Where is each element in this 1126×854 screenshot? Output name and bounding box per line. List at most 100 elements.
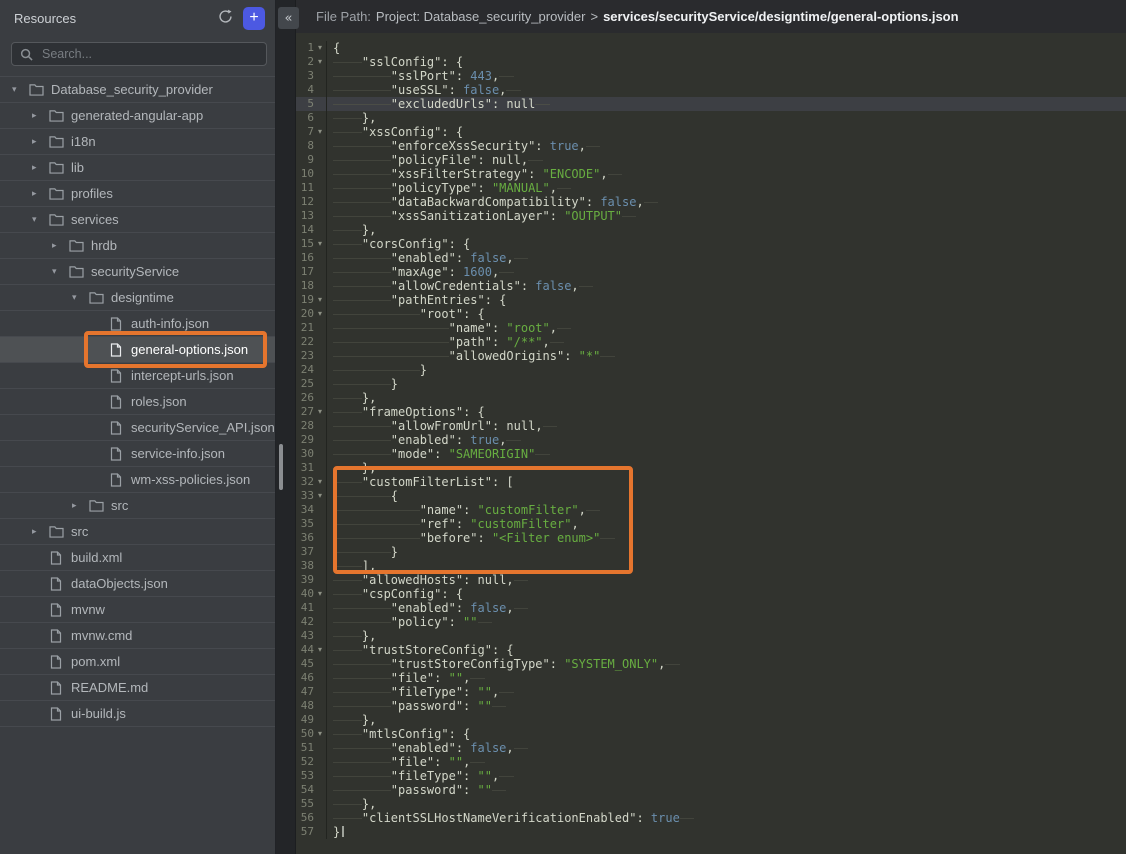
fold-toggle-icon[interactable]: ▾	[314, 727, 326, 741]
search-input[interactable]	[40, 46, 258, 62]
code-line-26[interactable]: 26 },	[296, 391, 1126, 405]
code-line-22[interactable]: 22 "path": "/**",	[296, 335, 1126, 349]
fold-toggle-icon[interactable]: ▾	[314, 237, 326, 251]
code-line-34[interactable]: 34 "name": "customFilter",	[296, 503, 1126, 517]
fold-toggle-icon[interactable]: ▾	[314, 293, 326, 307]
code-line-4[interactable]: 4 "useSSL": false,	[296, 83, 1126, 97]
code-line-11[interactable]: 11 "policyType": "MANUAL",	[296, 181, 1126, 195]
code-line-25[interactable]: 25 }	[296, 377, 1126, 391]
tree-item-dataObjects.json[interactable]: dataObjects.json	[0, 571, 275, 597]
code-line-32[interactable]: 32▾ "customFilterList": [	[296, 475, 1126, 489]
chevron-right-icon[interactable]: ▸	[50, 241, 68, 251]
tree-item-pom.xml[interactable]: pom.xml	[0, 649, 275, 675]
code-line-28[interactable]: 28 "allowFromUrl": null,	[296, 419, 1126, 433]
code-line-6[interactable]: 6 },	[296, 111, 1126, 125]
code-line-9[interactable]: 9 "policyFile": null,	[296, 153, 1126, 167]
code-editor[interactable]: 1▾{2▾ "sslConfig": {3 "sslPort": 443, 4 …	[296, 33, 1126, 854]
code-line-33[interactable]: 33▾ {	[296, 489, 1126, 503]
code-line-52[interactable]: 52 "file": "",	[296, 755, 1126, 769]
fold-toggle-icon[interactable]: ▾	[314, 643, 326, 657]
chevron-right-icon[interactable]: ▸	[30, 111, 48, 121]
code-line-2[interactable]: 2▾ "sslConfig": {	[296, 55, 1126, 69]
tree-item-profiles[interactable]: ▸profiles	[0, 181, 275, 207]
code-line-51[interactable]: 51 "enabled": false,	[296, 741, 1126, 755]
code-line-12[interactable]: 12 "dataBackwardCompatibility": false,	[296, 195, 1126, 209]
code-line-27[interactable]: 27▾ "frameOptions": {	[296, 405, 1126, 419]
fold-toggle-icon[interactable]: ▾	[314, 489, 326, 503]
fold-toggle-icon[interactable]: ▾	[314, 55, 326, 69]
tree-item-src[interactable]: ▸src	[0, 519, 275, 545]
chevron-down-icon[interactable]: ▾	[70, 293, 88, 303]
tree-item-README.md[interactable]: README.md	[0, 675, 275, 701]
code-line-17[interactable]: 17 "maxAge": 1600,	[296, 265, 1126, 279]
tree-item-service-info.json[interactable]: service-info.json	[0, 441, 275, 467]
code-line-54[interactable]: 54 "password": ""	[296, 783, 1126, 797]
fold-toggle-icon[interactable]: ▾	[314, 475, 326, 489]
code-line-49[interactable]: 49 },	[296, 713, 1126, 727]
chevron-down-icon[interactable]: ▾	[50, 267, 68, 277]
tree-item-intercept-urls.json[interactable]: intercept-urls.json	[0, 363, 275, 389]
code-line-47[interactable]: 47 "fileType": "",	[296, 685, 1126, 699]
code-line-8[interactable]: 8 "enforceXssSecurity": true,	[296, 139, 1126, 153]
code-line-14[interactable]: 14 },	[296, 223, 1126, 237]
code-line-21[interactable]: 21 "name": "root",	[296, 321, 1126, 335]
code-line-50[interactable]: 50▾ "mtlsConfig": {	[296, 727, 1126, 741]
tree-item-mvnw[interactable]: mvnw	[0, 597, 275, 623]
code-line-5[interactable]: 5 "excludedUrls": null	[296, 97, 1126, 111]
collapse-panel-button[interactable]: «	[278, 7, 299, 29]
code-line-20[interactable]: 20▾ "root": {	[296, 307, 1126, 321]
code-line-24[interactable]: 24 }	[296, 363, 1126, 377]
code-line-53[interactable]: 53 "fileType": "",	[296, 769, 1126, 783]
tree-item-generated-angular-app[interactable]: ▸generated-angular-app	[0, 103, 275, 129]
chevron-right-icon[interactable]: ▸	[30, 163, 48, 173]
code-line-57[interactable]: 57}	[296, 825, 1126, 839]
tree-item-build.xml[interactable]: build.xml	[0, 545, 275, 571]
sidebar-scrollbar-thumb[interactable]	[279, 444, 283, 490]
chevron-right-icon[interactable]: ▸	[30, 189, 48, 199]
fold-toggle-icon[interactable]: ▾	[314, 405, 326, 419]
code-line-1[interactable]: 1▾{	[296, 41, 1126, 55]
chevron-down-icon[interactable]: ▾	[10, 85, 28, 95]
code-line-31[interactable]: 31 },	[296, 461, 1126, 475]
tree-item-roles.json[interactable]: roles.json	[0, 389, 275, 415]
code-line-15[interactable]: 15▾ "corsConfig": {	[296, 237, 1126, 251]
code-line-29[interactable]: 29 "enabled": true,	[296, 433, 1126, 447]
code-line-45[interactable]: 45 "trustStoreConfigType": "SYSTEM_ONLY"…	[296, 657, 1126, 671]
tree-item-mvnw.cmd[interactable]: mvnw.cmd	[0, 623, 275, 649]
chevron-right-icon[interactable]: ▸	[30, 137, 48, 147]
code-line-42[interactable]: 42 "policy": ""	[296, 615, 1126, 629]
code-line-30[interactable]: 30 "mode": "SAMEORIGIN"	[296, 447, 1126, 461]
code-line-18[interactable]: 18 "allowCredentials": false,	[296, 279, 1126, 293]
fold-toggle-icon[interactable]: ▾	[314, 307, 326, 321]
tree-item-Database_security_provider[interactable]: ▾Database_security_provider	[0, 77, 275, 103]
refresh-button[interactable]	[214, 7, 236, 29]
code-line-13[interactable]: 13 "xssSanitizationLayer": "OUTPUT"	[296, 209, 1126, 223]
code-line-3[interactable]: 3 "sslPort": 443,	[296, 69, 1126, 83]
code-line-7[interactable]: 7▾ "xssConfig": {	[296, 125, 1126, 139]
tree-item-general-options.json[interactable]: general-options.json	[0, 337, 275, 363]
fold-toggle-icon[interactable]: ▾	[314, 41, 326, 55]
chevron-down-icon[interactable]: ▾	[30, 215, 48, 225]
add-resource-button[interactable]: +	[243, 7, 265, 30]
tree-item-securityService_API.json[interactable]: securityService_API.json	[0, 415, 275, 441]
tree-item-designtime[interactable]: ▾designtime	[0, 285, 275, 311]
code-line-35[interactable]: 35 "ref": "customFilter",	[296, 517, 1126, 531]
tree-item-services[interactable]: ▾services	[0, 207, 275, 233]
code-line-44[interactable]: 44▾ "trustStoreConfig": {	[296, 643, 1126, 657]
tree-item-ui-build.js[interactable]: ui-build.js	[0, 701, 275, 727]
tree-item-securityService[interactable]: ▾securityService	[0, 259, 275, 285]
fold-toggle-icon[interactable]: ▾	[314, 125, 326, 139]
code-line-43[interactable]: 43 },	[296, 629, 1126, 643]
tree-item-wm-xss-policies.json[interactable]: wm-xss-policies.json	[0, 467, 275, 493]
code-line-38[interactable]: 38 ],	[296, 559, 1126, 573]
code-line-56[interactable]: 56 "clientSSLHostNameVerificationEnabled…	[296, 811, 1126, 825]
tree-item-lib[interactable]: ▸lib	[0, 155, 275, 181]
tree-item-i18n[interactable]: ▸i18n	[0, 129, 275, 155]
tree-item-hrdb[interactable]: ▸hrdb	[0, 233, 275, 259]
code-line-39[interactable]: 39 "allowedHosts": null,	[296, 573, 1126, 587]
code-line-16[interactable]: 16 "enabled": false,	[296, 251, 1126, 265]
tree-item-auth-info.json[interactable]: auth-info.json	[0, 311, 275, 337]
search-box[interactable]	[11, 42, 267, 66]
chevron-right-icon[interactable]: ▸	[70, 501, 88, 511]
tree-item-src[interactable]: ▸src	[0, 493, 275, 519]
